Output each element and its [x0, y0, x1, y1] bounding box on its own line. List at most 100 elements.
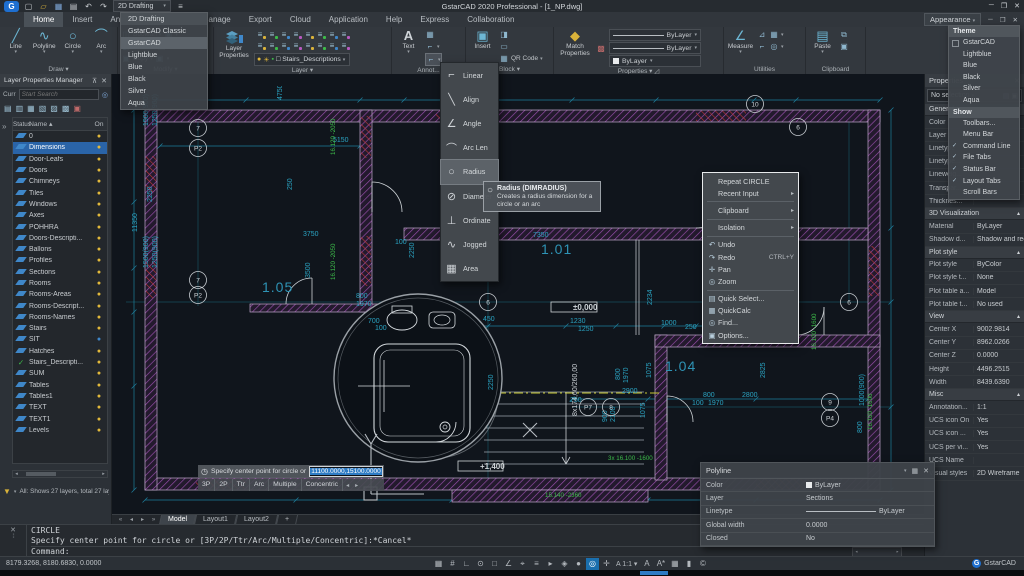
layer-tool-5-icon[interactable]: ▩: [62, 104, 70, 113]
layout-tab-model[interactable]: Model: [159, 515, 196, 525]
restore-button[interactable]: ❐: [1001, 2, 1007, 10]
property-row-plot-style[interactable]: Plot styleByColor: [925, 259, 1024, 272]
grip-icon[interactable]: ⁞⁞: [12, 534, 13, 540]
area-icon[interactable]: ▦: [769, 30, 779, 39]
show-item-toolbars-[interactable]: Toolbars...: [949, 118, 1019, 130]
autoscale-icon[interactable]: A*: [654, 558, 667, 570]
bulb-icon[interactable]: ●: [97, 269, 101, 276]
popup-row-layer[interactable]: LayerSections: [701, 492, 934, 505]
table-icon[interactable]: ▦: [425, 30, 435, 39]
bulb-icon[interactable]: ●: [97, 325, 101, 332]
id-point-icon[interactable]: ⌐: [757, 42, 767, 51]
bulb-icon[interactable]: ●: [97, 235, 101, 242]
dyn-option-arc[interactable]: Arc: [250, 479, 269, 491]
context-item-recent-input[interactable]: Recent Input▸: [703, 187, 798, 199]
arc-button[interactable]: ⌒Arc▾: [89, 29, 115, 65]
layer-row-tables[interactable]: Tables●: [13, 380, 107, 391]
layer-row-stairs-descripti-[interactable]: ✓Stairs_Descripti...●: [13, 357, 107, 368]
layer-tool-icon[interactable]: ≡: [254, 29, 266, 40]
tab-express[interactable]: Express: [411, 12, 458, 27]
layer-tool-1-icon[interactable]: ▥: [16, 104, 24, 113]
dyn-input-field[interactable]: 11100.0000,15100.0000: [309, 466, 383, 477]
bulb-icon[interactable]: ●: [97, 382, 101, 389]
section-header-misc[interactable]: Misc▴: [925, 389, 1024, 401]
layer-tool-icon[interactable]: ≡: [314, 40, 326, 51]
dyn-input-icon[interactable]: ⌖: [516, 558, 529, 570]
property-row-ucs-per-vi-[interactable]: UCS per vi...Yes: [925, 441, 1024, 454]
property-row-plot-table-a-[interactable]: Plot table a...Model: [925, 285, 1024, 298]
linetype-combo[interactable]: ByLayer▾: [609, 42, 701, 54]
show-item-command-line[interactable]: Command Line✓: [949, 141, 1019, 153]
column-header-on[interactable]: On: [91, 121, 107, 128]
layer-row-windows[interactable]: Windows●: [13, 199, 107, 210]
zoom-icon[interactable]: ◎: [586, 558, 599, 570]
layer-tool-icon[interactable]: ≡: [290, 29, 302, 40]
layer-tool-icon[interactable]: ≡: [254, 40, 266, 51]
workspace-item-silver[interactable]: Silver: [121, 85, 207, 97]
bulb-icon[interactable]: ●: [97, 370, 101, 377]
property-row-material[interactable]: MaterialByLayer: [925, 220, 1024, 233]
bulb-icon[interactable]: ●: [97, 178, 101, 185]
layer-row-profiles[interactable]: Profiles●: [13, 255, 107, 266]
layer-row-rooms-names[interactable]: Rooms-Names●: [13, 312, 107, 323]
snap-icon[interactable]: ▦: [432, 558, 445, 570]
open-file-icon[interactable]: ▱: [38, 2, 49, 11]
layer-row-rooms[interactable]: Rooms●: [13, 278, 107, 289]
dimension-icon[interactable]: ⌐: [425, 42, 435, 51]
search-icon[interactable]: ◎: [102, 91, 108, 99]
drawing-canvas[interactable]: 7350515037502800290012301250100025045045…: [112, 74, 924, 514]
tab-cloud[interactable]: Cloud: [281, 12, 320, 27]
distance-icon[interactable]: ⊿: [757, 30, 767, 39]
annotation-scale-chip[interactable]: A 1:1 ▾: [613, 560, 640, 568]
cycle-icon[interactable]: ▸: [544, 558, 557, 570]
minimize-button[interactable]: ─: [989, 2, 994, 10]
workspace-combo[interactable]: 2D Drafting ▾: [113, 0, 171, 12]
property-row-shadow-d-[interactable]: Shadow d...Shadow and receiv...: [925, 234, 1024, 247]
context-item-isolation[interactable]: Isolation▸: [703, 222, 798, 234]
layer-properties-button[interactable]: Layer Properties: [217, 29, 251, 66]
prev-layout-icon[interactable]: ◂: [127, 516, 136, 523]
theme-item-aqua[interactable]: Aqua: [949, 95, 1019, 107]
match-properties-button[interactable]: ◆ Match Properties: [557, 29, 593, 67]
polar-icon[interactable]: ⊙: [474, 558, 487, 570]
property-row-center-y[interactable]: Center Y8962.0266: [925, 337, 1024, 350]
tab-export[interactable]: Export: [240, 12, 281, 27]
layer-list-hscrollbar[interactable]: ◂▸: [12, 470, 108, 478]
filter-icon[interactable]: ▼: [3, 487, 11, 496]
layer-search-input[interactable]: [19, 89, 99, 100]
layer-tool-icon[interactable]: ≡: [266, 40, 278, 51]
properties-icon[interactable]: ▦: [912, 467, 919, 475]
close-icon[interactable]: ✕: [10, 526, 16, 534]
context-item-undo[interactable]: ↶Undo: [703, 239, 798, 251]
app-logo-icon[interactable]: G: [4, 1, 19, 12]
context-item-pan[interactable]: ✛Pan: [703, 263, 798, 275]
taskbar-app-icon[interactable]: [640, 571, 668, 575]
context-item-redo[interactable]: ↷RedoCTRL+Y: [703, 251, 798, 263]
dim-menu-item-arc-len[interactable]: ⌒Arc Len: [441, 136, 498, 160]
dim-menu-item-angle[interactable]: ∠Angle: [441, 111, 498, 135]
bulb-icon[interactable]: ●: [97, 427, 101, 434]
circle-button[interactable]: ○Circle▾: [60, 29, 86, 65]
dyn-option-multiple[interactable]: Multiple: [269, 479, 301, 491]
otrack-icon[interactable]: ∠: [502, 558, 515, 570]
layer-row-levels[interactable]: Levels●: [13, 425, 107, 436]
layer-row-text[interactable]: TEXT●: [13, 402, 107, 413]
ui-icon[interactable]: ▮: [682, 558, 695, 570]
bulb-icon[interactable]: ●: [97, 167, 101, 174]
layer-tool-2-icon[interactable]: ▦: [27, 104, 35, 113]
property-row-ucs-name[interactable]: UCS Name: [925, 454, 1024, 467]
layer-tool-icon[interactable]: ≡: [326, 40, 338, 51]
layer-tool-4-icon[interactable]: ▨: [50, 104, 58, 113]
layer-row-door-leafs[interactable]: Door-Leafs●: [13, 154, 107, 165]
context-item-options-[interactable]: ▣Options...: [703, 329, 798, 341]
measure-button[interactable]: ∠ Measure ▾: [727, 29, 754, 65]
show-item-layout-tabs[interactable]: Layout Tabs✓: [949, 176, 1019, 188]
context-item-quick-select-[interactable]: ▤Quick Select...: [703, 293, 798, 305]
tab-help[interactable]: Help: [377, 12, 411, 27]
layer-row-sit[interactable]: SIT●: [13, 334, 107, 345]
pin-icon[interactable]: ⊼: [92, 77, 97, 85]
pan-icon[interactable]: ✛: [600, 558, 613, 570]
quickcalc-icon[interactable]: ◎: [769, 42, 779, 51]
add-layout-tab[interactable]: +: [276, 515, 298, 525]
attribute-icon[interactable]: ▭: [499, 42, 509, 51]
